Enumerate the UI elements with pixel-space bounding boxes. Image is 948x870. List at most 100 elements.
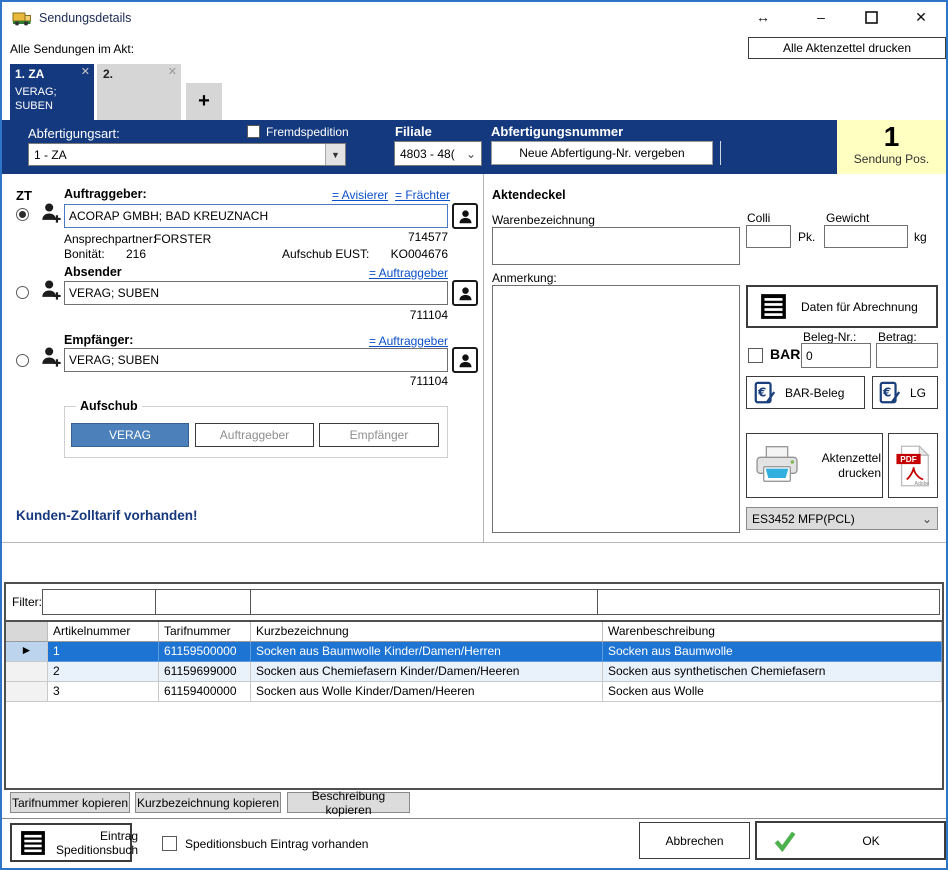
betrag-label: Betrag: <box>878 330 917 344</box>
absender-radio[interactable] <box>16 286 29 299</box>
aufschub-verag-button[interactable]: VERAG <box>71 423 189 447</box>
maximize-icon[interactable] <box>860 6 882 28</box>
absender-input[interactable] <box>64 281 448 305</box>
absender-auftraggeber-link[interactable]: = Auftraggeber <box>358 266 448 280</box>
pdf-icon: PDF Adobe <box>895 445 931 487</box>
printer-select[interactable]: ES3452 MFP(PCL) ⌄ <box>746 507 938 530</box>
bar-label: BAR <box>770 346 800 362</box>
aufschub-auftraggeber-button[interactable]: Auftraggeber <box>195 423 314 447</box>
abfertigungsart-select[interactable]: 1 - ZA ▼ <box>28 143 346 166</box>
column-header[interactable]: Warenbeschreibung <box>603 622 942 642</box>
table-cell[interactable]: 61159500000 <box>159 642 251 662</box>
row-selector-cell[interactable]: ► <box>6 642 48 662</box>
euro-receipt-icon: € <box>878 381 902 405</box>
table-cell[interactable]: 1 <box>48 642 159 662</box>
table-cell[interactable]: Socken aus Wolle <box>603 682 942 702</box>
column-header[interactable]: Kurzbezeichnung <box>251 622 603 642</box>
colli-input[interactable] <box>746 225 791 248</box>
filter-kurzbezeichnung-input[interactable] <box>250 589 598 615</box>
bar-beleg-button[interactable]: € BAR-Beleg <box>746 376 865 409</box>
tab-sendung-2[interactable]: 2. ✕ <box>97 64 181 120</box>
auftraggeber-input[interactable] <box>64 204 448 228</box>
beleg-nr-label: Beleg-Nr.: <box>803 330 856 344</box>
avisierer-link[interactable]: = Avisierer <box>332 188 388 202</box>
chevron-down-icon[interactable]: ⌄ <box>922 512 937 526</box>
pk-label: Pk. <box>798 230 815 244</box>
aktenzettel-drucken-label: Aktenzettel drucken <box>809 451 881 481</box>
anmerkung-textarea[interactable] <box>492 285 740 533</box>
ok-button[interactable]: OK <box>755 821 946 860</box>
filter-tarifnummer-input[interactable] <box>155 589 251 615</box>
empfaenger-number: 711104 <box>348 374 448 388</box>
filter-warenbeschreibung-input[interactable] <box>597 589 940 615</box>
minimize-icon[interactable]: – <box>810 6 832 28</box>
aktenzettel-drucken-button[interactable]: Aktenzettel drucken <box>746 433 883 498</box>
eintrag-speditionsbuch-button[interactable]: Eintrag Speditionsbuch <box>10 823 132 862</box>
gewicht-label: Gewicht <box>826 211 869 225</box>
table-cell[interactable]: 3 <box>48 682 159 702</box>
row-selector-cell[interactable] <box>6 682 48 702</box>
empfaenger-auftraggeber-link[interactable]: = Auftraggeber <box>358 334 448 348</box>
table-cell[interactable]: Socken aus Baumwolle <box>603 642 942 662</box>
sendung-pos-label: Sendung Pos. <box>837 152 946 166</box>
fraechter-link[interactable]: = Frächter <box>395 188 450 202</box>
daten-fuer-abrechnung-button[interactable]: Daten für Abrechnung <box>746 285 938 328</box>
filiale-select[interactable]: 4803 - 48( ⌄ <box>394 141 482 166</box>
close-icon[interactable]: ✕ <box>910 6 932 28</box>
alle-aktenzettel-drucken-button[interactable]: Alle Aktenzettel drucken <box>748 37 946 59</box>
table-cell[interactable]: Socken aus Chemiefasern Kinder/Damen/Hee… <box>251 662 603 682</box>
aufschub-eust-value: KO004676 <box>348 247 448 261</box>
table-cell[interactable]: 61159699000 <box>159 662 251 682</box>
dropdown-arrow-icon[interactable]: ▼ <box>325 144 345 165</box>
auftraggeber-radio[interactable] <box>16 208 29 221</box>
chevron-down-icon[interactable]: ⌄ <box>466 147 481 161</box>
empfaenger-contact-button[interactable] <box>452 347 478 373</box>
tarifnummer-kopieren-button[interactable]: Tarifnummer kopieren <box>10 792 130 813</box>
kurzbezeichnung-kopieren-button[interactable]: Kurzbezeichnung kopieren <box>135 792 281 813</box>
bar-beleg-label: BAR-Beleg <box>785 386 844 400</box>
table-cell[interactable]: Socken aus synthetischen Chemiefasern <box>603 662 942 682</box>
absender-contact-button[interactable] <box>452 280 478 306</box>
sendungen-im-akt-label: Alle Sendungen im Akt: <box>10 42 134 56</box>
table-cell[interactable]: 61159400000 <box>159 682 251 702</box>
tab1-close-icon[interactable]: ✕ <box>81 65 90 78</box>
auftraggeber-contact-button[interactable] <box>452 203 478 229</box>
lg-button[interactable]: € LG <box>872 376 938 409</box>
abbrechen-button[interactable]: Abbrechen <box>639 822 750 859</box>
tab1-title: 1. ZA <box>15 67 44 81</box>
fremdspedition-checkbox[interactable] <box>247 125 260 138</box>
window-title: Sendungsdetails <box>39 11 131 25</box>
add-person-icon[interactable] <box>40 278 62 302</box>
table-cell[interactable]: Socken aus Baumwolle Kinder/Damen/Herren <box>251 642 603 662</box>
tab2-close-icon[interactable]: ✕ <box>168 65 177 78</box>
zt-label: ZT <box>16 188 32 203</box>
tab-sendung-1[interactable]: 1. ZA ✕ VERAG; SUBEN <box>10 64 94 120</box>
aufschub-empfaenger-button[interactable]: Empfänger <box>319 423 439 447</box>
dispatch-band: Abfertigungsart: 1 - ZA ▼ Fremdspedition… <box>2 120 946 174</box>
beschreibung-kopieren-button[interactable]: Beschreibung kopieren <box>287 792 410 813</box>
add-tab-button[interactable]: + <box>186 83 222 120</box>
column-header[interactable]: Tarifnummer <box>159 622 251 642</box>
filter-artikelnummer-input[interactable] <box>42 589 156 615</box>
pdf-button[interactable]: PDF Adobe <box>888 433 938 498</box>
empfaenger-input[interactable] <box>64 348 448 372</box>
table-cell[interactable]: Socken aus Wolle Kinder/Damen/Heeren <box>251 682 603 702</box>
empfaenger-radio[interactable] <box>16 354 29 367</box>
bar-checkbox[interactable] <box>748 348 763 363</box>
table-cell[interactable]: 2 <box>48 662 159 682</box>
column-header[interactable]: Artikelnummer <box>48 622 159 642</box>
filter-label: Filter: <box>12 595 42 609</box>
row-selector-cell[interactable] <box>6 662 48 682</box>
warenbezeichnung-input[interactable] <box>492 227 740 265</box>
neue-abfertigungsnr-button[interactable]: Neue Abfertigung-Nr. vergeben <box>491 141 713 165</box>
gewicht-input[interactable] <box>824 225 908 248</box>
beleg-nr-input[interactable] <box>801 343 871 368</box>
abfertigungsart-value: 1 - ZA <box>29 148 325 162</box>
betrag-input[interactable] <box>876 343 938 368</box>
tab1-subtitle2: SUBEN <box>15 100 53 112</box>
add-person-icon[interactable] <box>40 201 62 225</box>
resize-arrows-icon[interactable]: ↔ <box>752 6 774 28</box>
kg-label: kg <box>914 230 927 244</box>
add-person-icon[interactable] <box>40 345 62 369</box>
speditionsbuch-checkbox[interactable] <box>162 836 177 851</box>
